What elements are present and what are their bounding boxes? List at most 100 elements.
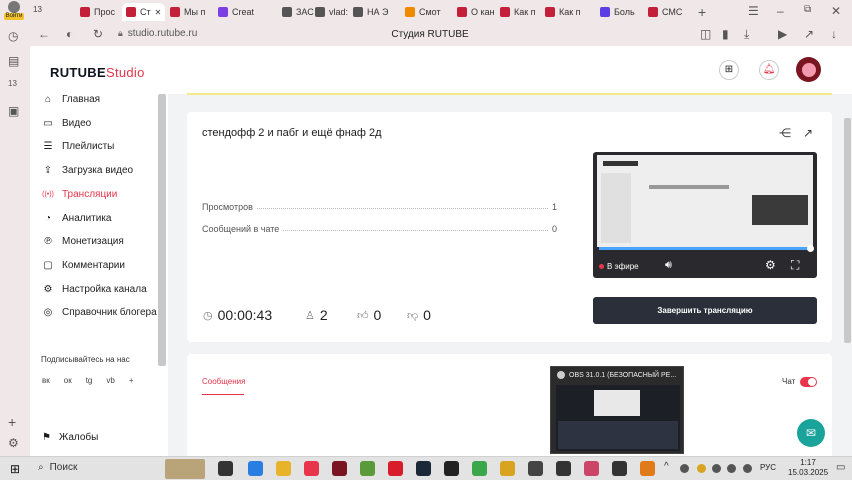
social-link-icon[interactable]: ок xyxy=(64,376,72,385)
rutube-logo[interactable]: RUTUBEStudio xyxy=(50,65,145,80)
avatar[interactable] xyxy=(796,57,821,82)
chat-toggle[interactable] xyxy=(800,377,817,387)
alice-icon[interactable]: ▶ xyxy=(778,27,787,41)
chrome-icon[interactable] xyxy=(500,461,515,476)
tab-menu-icon[interactable]: ☰ xyxy=(748,4,759,18)
sidebar-item[interactable]: ☰ Плейлисты xyxy=(42,141,115,152)
new-tab-icon[interactable]: + xyxy=(698,4,706,20)
windows-start-icon[interactable]: ⊞ xyxy=(10,462,20,476)
tray-chevron-icon[interactable]: ^ xyxy=(664,461,669,472)
game-icon[interactable] xyxy=(556,461,571,476)
minimize-icon[interactable]: – xyxy=(777,4,784,18)
add-panel-icon[interactable]: + xyxy=(8,414,16,430)
sidebar-item[interactable]: ⇪ Загрузка видео xyxy=(42,165,133,176)
browser-tab[interactable]: ЗАС xyxy=(282,3,314,21)
counter-icon[interactable]: 13 xyxy=(8,79,17,88)
share-icon[interactable]: ⋲ xyxy=(779,126,791,140)
url-field[interactable]: 🔒︎ studio.rutube.ru xyxy=(118,28,197,39)
tab-count[interactable]: 13 xyxy=(33,5,42,14)
unreal-icon[interactable] xyxy=(444,461,459,476)
tray-icon[interactable] xyxy=(697,464,706,473)
social-link-icon[interactable]: + xyxy=(129,376,134,385)
sidebar-item[interactable]: ◎ Справочник блогера xyxy=(42,307,157,318)
downloads-icon[interactable]: ↓ xyxy=(831,27,837,41)
close-tab-icon[interactable]: ✕ xyxy=(155,8,162,17)
progress-bar[interactable] xyxy=(599,247,811,250)
sidebar-scrollbar[interactable] xyxy=(158,94,166,366)
media-icon[interactable]: ▣ xyxy=(8,104,19,118)
browser-tab[interactable]: Смот xyxy=(405,3,441,21)
yandex-icon[interactable] xyxy=(304,461,319,476)
app2-icon[interactable] xyxy=(640,461,655,476)
task-view-icon[interactable] xyxy=(218,461,233,476)
share-page-icon[interactable]: ↗ xyxy=(804,27,814,41)
obs-studio-icon[interactable] xyxy=(332,461,347,476)
complaints-link[interactable]: ⚑ Жалобы xyxy=(42,432,98,443)
obs-taskbar-preview[interactable]: OBS 31.0.1 (БЕЗОПАСНЫЙ РЕ... xyxy=(550,366,684,454)
search-highlight-image xyxy=(165,459,205,479)
browser-tab[interactable]: Боль xyxy=(600,3,635,21)
social-link-icon[interactable]: вк xyxy=(42,376,50,385)
explorer-icon[interactable] xyxy=(276,461,291,476)
video-preview[interactable]: В эфире 🔊︎ ⚙ ⛶ xyxy=(593,152,817,278)
sidebar-item[interactable]: ((•)) Трансляции xyxy=(42,189,117,200)
upload-shortcut-icon[interactable]: ⊞ xyxy=(719,60,739,80)
taskbar-search[interactable]: ⌕ Поиск xyxy=(38,462,77,473)
browser-tab[interactable]: Прос xyxy=(80,3,115,21)
fullscreen-icon[interactable]: ⛶ xyxy=(791,258,799,273)
tray-icon[interactable] xyxy=(712,464,721,473)
end-stream-button[interactable]: Завершить трансляцию xyxy=(593,297,817,324)
game2-icon[interactable] xyxy=(584,461,599,476)
browser-tab[interactable]: Как п xyxy=(500,3,536,21)
page-scrollbar[interactable] xyxy=(844,118,851,343)
obs-taskbar-icon[interactable] xyxy=(612,461,627,476)
browser-tab[interactable]: vlad: xyxy=(315,3,348,21)
browser-tab[interactable]: Мы п xyxy=(170,3,205,21)
social-link-icon[interactable]: vb xyxy=(106,376,114,385)
progress-knob[interactable] xyxy=(807,245,814,252)
store-icon[interactable] xyxy=(248,461,263,476)
browser-tab[interactable]: СМС xyxy=(648,3,682,21)
yandex-browser-icon[interactable] xyxy=(388,461,403,476)
reader-icon[interactable]: ◫ xyxy=(700,27,711,41)
minecraft-icon[interactable] xyxy=(360,461,375,476)
history-icon[interactable]: ◷ xyxy=(8,29,18,43)
gear-icon[interactable]: ⚙ xyxy=(765,258,776,272)
collections-icon[interactable]: ▤ xyxy=(8,54,19,68)
download-icon[interactable]: ⤓ xyxy=(744,27,749,42)
sidebar-item[interactable]: ⚙ Настройка канала xyxy=(42,284,147,295)
browser-tab[interactable]: О кан xyxy=(457,3,495,21)
clock[interactable]: 1:17 15.03.2025 xyxy=(788,458,828,478)
language-indicator[interactable]: РУС xyxy=(760,463,776,472)
reload-icon[interactable]: ↻ xyxy=(93,27,103,41)
app-icon[interactable] xyxy=(472,461,487,476)
browser-tab[interactable]: Как п xyxy=(545,3,581,21)
extension-icon[interactable]: ◐ xyxy=(66,27,73,41)
profile-button[interactable]: Войти xyxy=(4,1,24,20)
sidebar-item[interactable]: ▢ Комментарии xyxy=(42,260,125,271)
tab-messages[interactable]: Сообщения xyxy=(202,377,245,386)
warframe-icon[interactable] xyxy=(528,461,543,476)
back-icon[interactable]: ← xyxy=(38,27,50,41)
open-external-icon[interactable]: ↗ xyxy=(803,126,813,140)
browser-tab[interactable]: НА Э xyxy=(353,3,388,21)
steam-icon[interactable] xyxy=(416,461,431,476)
notifications-center-icon[interactable]: ▭ xyxy=(836,462,845,473)
tray-icon[interactable] xyxy=(680,464,689,473)
close-window-icon[interactable]: ✕ xyxy=(831,4,841,18)
panel-settings-icon[interactable]: ⚙ xyxy=(8,436,19,450)
social-link-icon[interactable]: tg xyxy=(86,376,93,385)
restore-icon[interactable]: ⧉ xyxy=(804,4,811,15)
browser-tab[interactable]: Creat xyxy=(218,3,254,21)
sidebar-item[interactable]: ▭ Видео xyxy=(42,118,91,129)
tray-icon[interactable] xyxy=(727,464,736,473)
bookmark-icon[interactable]: ▮ xyxy=(722,27,729,41)
sidebar-item[interactable]: ◔ Аналитика xyxy=(42,213,112,224)
notifications-icon[interactable]: 🔔︎ xyxy=(759,60,779,80)
help-chat-button[interactable]: ✉ xyxy=(797,419,825,447)
browser-tab[interactable]: Ст ✕ xyxy=(122,3,166,21)
sidebar-item[interactable]: ⌂ Главная xyxy=(42,94,100,105)
volume-icon[interactable]: 🔊︎ xyxy=(665,259,672,272)
tray-icon[interactable] xyxy=(743,464,752,473)
sidebar-item[interactable]: ℗ Монетизация xyxy=(42,236,123,247)
